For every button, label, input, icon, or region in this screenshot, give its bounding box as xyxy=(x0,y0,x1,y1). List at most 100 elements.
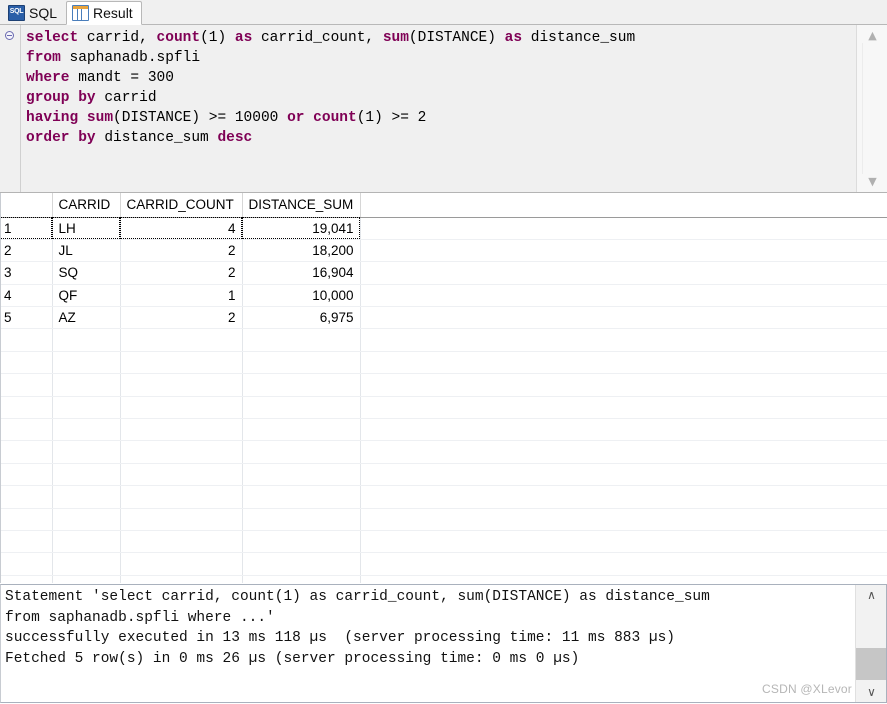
grid-left-border xyxy=(0,193,1,583)
editor-vertical-scrollbar[interactable]: ▲ ▼ xyxy=(856,25,887,192)
table-row[interactable]: 3 SQ 2 16,904 xyxy=(0,261,887,285)
table-row-empty[interactable] xyxy=(0,485,887,509)
sql-text: saphanadb.spfli xyxy=(60,50,201,66)
cell-empty xyxy=(52,351,121,375)
csdn-watermark: CSDN @XLevor xyxy=(762,682,852,696)
table-row-empty[interactable] xyxy=(0,328,887,352)
cell-empty xyxy=(120,552,243,576)
message-scroll-down-icon[interactable]: ∨ xyxy=(856,683,886,701)
cell-rownum[interactable]: 1 xyxy=(0,217,53,240)
cell-carrid[interactable]: QF xyxy=(52,284,121,308)
cell-distance-sum[interactable]: 10,000 xyxy=(242,284,361,308)
cell-empty xyxy=(0,530,53,554)
cell-empty xyxy=(360,351,887,375)
cell-carrid-count[interactable]: 2 xyxy=(120,261,243,285)
cell-empty xyxy=(52,508,121,531)
table-row-empty[interactable] xyxy=(0,418,887,442)
collapse-minus-icon[interactable] xyxy=(5,31,14,40)
column-header-distance-sum[interactable]: DISTANCE_SUM xyxy=(242,193,361,218)
result-table[interactable]: CARRID CARRID_COUNT DISTANCE_SUM 1 LH 4 19,… xyxy=(0,193,887,583)
table-row-empty[interactable] xyxy=(0,396,887,420)
result-table-body[interactable]: 1 LH 4 19,041 2 JL 2 18,200 3 SQ 2 16,904 4 QF 1 10,000… xyxy=(0,217,887,583)
cell-rownum[interactable]: 5 xyxy=(0,306,53,330)
sql-console-window: SQL SQL Result select carrid, count(1) a… xyxy=(0,0,887,704)
tab-sql[interactable]: SQL SQL xyxy=(2,0,66,24)
cell-empty xyxy=(0,440,53,464)
sql-keyword: having xyxy=(26,110,79,126)
sql-code-text[interactable]: select carrid, count(1) as carrid_count,… xyxy=(21,25,856,192)
cell-empty xyxy=(242,552,361,576)
cell-distance-sum[interactable]: 6,975 xyxy=(242,306,361,330)
sql-keyword: desc xyxy=(217,130,253,146)
cell-empty xyxy=(52,328,121,352)
cell-rownum[interactable]: 3 xyxy=(0,261,53,285)
cell-empty xyxy=(52,485,121,509)
cell-carrid-count[interactable]: 1 xyxy=(120,284,243,308)
cell-empty xyxy=(120,373,243,397)
cell-empty xyxy=(360,463,887,487)
cell-filler xyxy=(360,217,887,240)
tab-result[interactable]: Result xyxy=(66,1,142,25)
cell-rownum[interactable]: 2 xyxy=(0,239,53,263)
cell-empty xyxy=(0,463,53,487)
column-header-rownum[interactable] xyxy=(0,193,53,218)
table-row[interactable]: 4 QF 1 10,000 xyxy=(0,284,887,308)
cell-empty xyxy=(52,463,121,487)
cell-empty xyxy=(360,485,887,509)
cell-rownum[interactable]: 4 xyxy=(0,284,53,308)
cell-empty xyxy=(120,396,243,420)
cell-distance-sum[interactable]: 16,904 xyxy=(242,261,361,285)
scroll-down-icon[interactable]: ▼ xyxy=(857,173,887,190)
sql-text: distance_sum xyxy=(522,30,636,46)
table-row[interactable]: 2 JL 2 18,200 xyxy=(0,239,887,263)
table-row-empty[interactable] xyxy=(0,552,887,576)
sql-keyword: as xyxy=(504,30,523,46)
cell-empty xyxy=(52,440,121,464)
message-scroll-thumb[interactable] xyxy=(856,648,886,680)
sql-text: carrid, xyxy=(78,30,157,46)
cell-carrid[interactable]: LH xyxy=(52,217,121,240)
cell-carrid-count[interactable]: 4 xyxy=(120,217,243,240)
sql-keyword: as xyxy=(234,30,253,46)
cell-carrid[interactable]: JL xyxy=(52,239,121,263)
scroll-up-icon[interactable]: ▲ xyxy=(857,27,887,44)
table-row-empty[interactable] xyxy=(0,463,887,487)
editor-scroll-track[interactable] xyxy=(862,43,863,174)
sql-keyword: or xyxy=(287,110,305,126)
message-vertical-scrollbar[interactable]: ∧ ∨ xyxy=(855,585,886,702)
cell-carrid[interactable]: AZ xyxy=(52,306,121,330)
result-grid-pane[interactable]: CARRID CARRID_COUNT DISTANCE_SUM 1 LH 4 19,… xyxy=(0,193,887,584)
message-scroll-up-icon[interactable]: ∧ xyxy=(856,586,886,604)
table-row[interactable]: 5 AZ 2 6,975 xyxy=(0,306,887,330)
table-row[interactable]: 1 LH 4 19,041 xyxy=(0,217,887,240)
cell-empty xyxy=(360,373,887,397)
cell-distance-sum[interactable]: 19,041 xyxy=(242,217,361,240)
cell-carrid[interactable]: SQ xyxy=(52,261,121,285)
table-row-empty[interactable] xyxy=(0,575,887,583)
message-console-pane[interactable]: Statement 'select carrid, count(1) as ca… xyxy=(0,584,887,703)
table-row-empty[interactable] xyxy=(0,440,887,464)
column-header-carrid-count[interactable]: CARRID_COUNT xyxy=(120,193,243,218)
column-header-filler xyxy=(360,193,887,218)
table-row-empty[interactable] xyxy=(0,508,887,531)
cell-empty xyxy=(52,373,121,397)
cell-empty xyxy=(242,508,361,531)
sql-keyword: where xyxy=(26,70,70,86)
sql-editor-pane[interactable]: select carrid, count(1) as carrid_count,… xyxy=(0,25,887,193)
cell-empty xyxy=(360,508,887,531)
table-row-empty[interactable] xyxy=(0,530,887,554)
cell-carrid-count[interactable]: 2 xyxy=(120,239,243,263)
cell-filler xyxy=(360,284,887,308)
cell-empty xyxy=(0,485,53,509)
cell-empty xyxy=(242,396,361,420)
cell-carrid-count[interactable]: 2 xyxy=(120,306,243,330)
sql-editor-surface[interactable]: select carrid, count(1) as carrid_count,… xyxy=(0,25,856,192)
column-header-carrid[interactable]: CARRID xyxy=(52,193,121,218)
table-row-empty[interactable] xyxy=(0,351,887,375)
cell-empty xyxy=(120,485,243,509)
table-row-empty[interactable] xyxy=(0,373,887,397)
editor-gutter xyxy=(0,25,21,192)
cell-distance-sum[interactable]: 18,200 xyxy=(242,239,361,263)
